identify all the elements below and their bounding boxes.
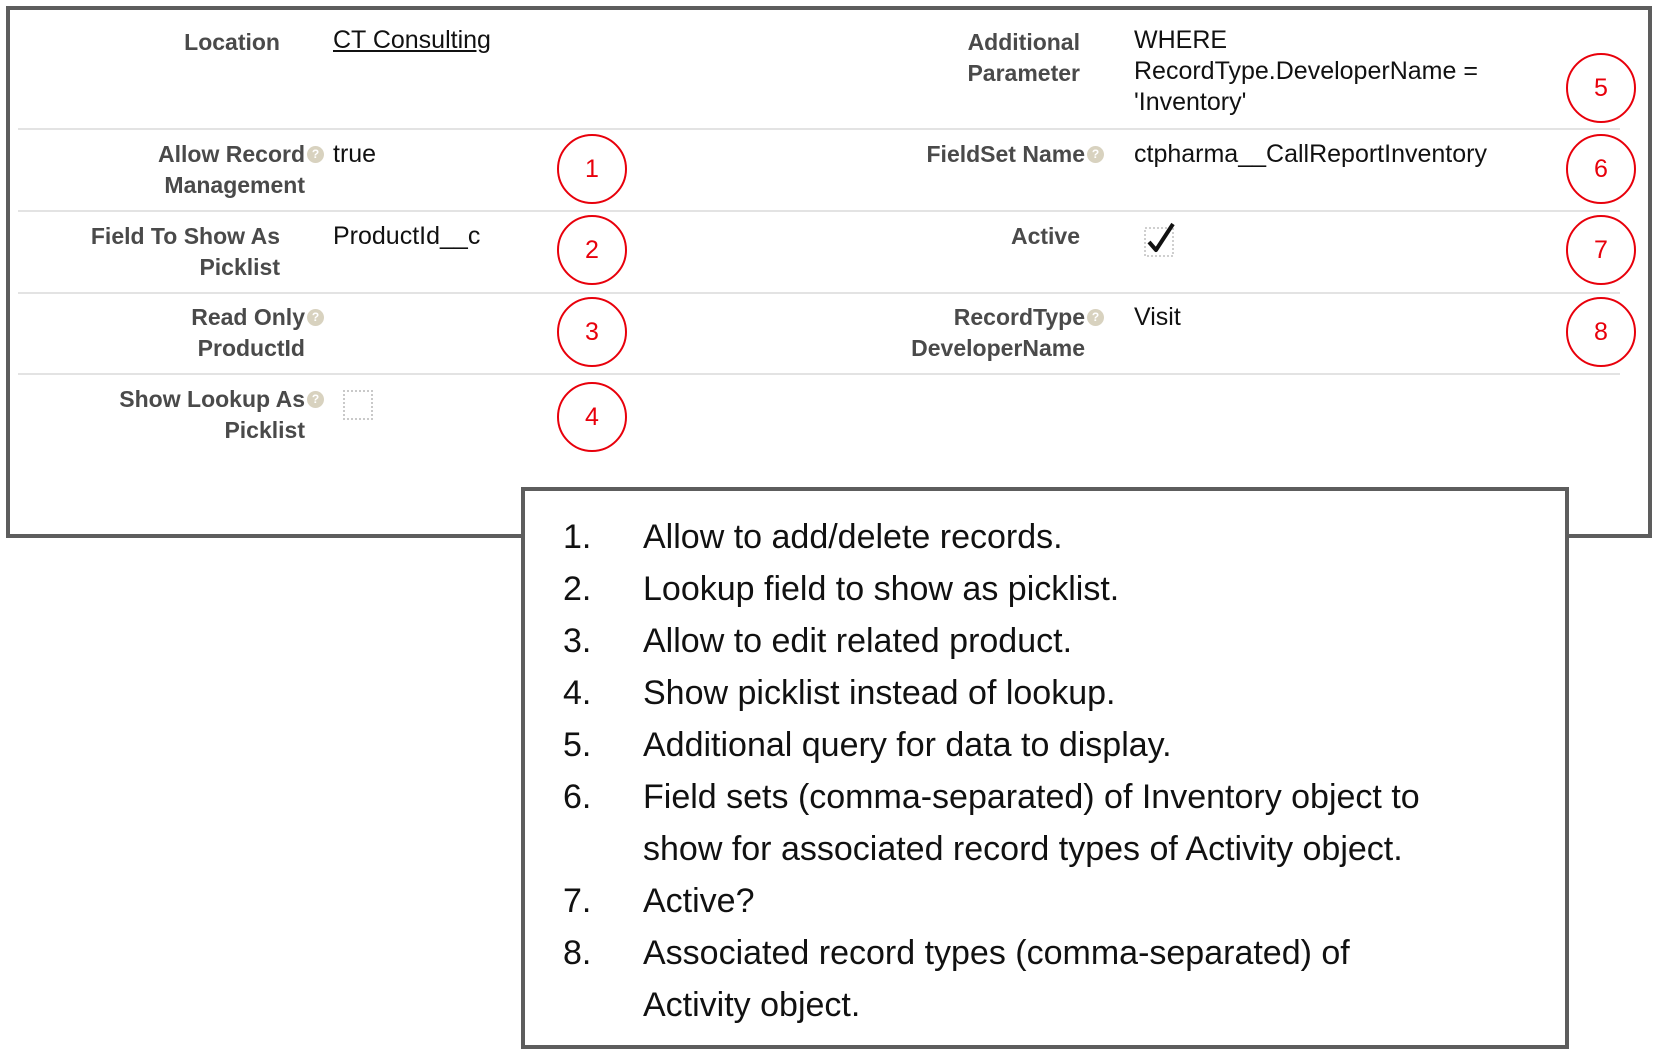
fieldset-name-value: ctpharma__CallReportInventory (1134, 140, 1487, 168)
note-text: Activity object. (643, 986, 861, 1024)
note-number: 8. (563, 934, 592, 972)
location-label: Location (184, 29, 280, 55)
note-text: Show picklist instead of lookup. (643, 674, 1116, 712)
help-icon[interactable]: ? (1087, 309, 1104, 326)
marker-3: 3 (557, 297, 627, 367)
recordtype-developername-value: Visit (1134, 303, 1181, 331)
marker-1: 1 (557, 134, 627, 204)
marker-8: 8 (1566, 297, 1636, 367)
label-line: Parameter (967, 60, 1080, 86)
field-to-show-as-picklist-value: ProductId__c (333, 222, 481, 250)
label-line: DeveloperName (911, 335, 1085, 361)
allow-record-management-value: true (333, 140, 377, 168)
help-icon[interactable]: ? (1087, 146, 1104, 163)
label-line: Allow Record (158, 141, 305, 167)
additional-parameter-value: WHERE RecordType.DeveloperName = 'Invent… (1134, 25, 1478, 118)
label-line: Show Lookup As (119, 386, 305, 412)
note-number: 2. (563, 570, 592, 608)
notes-legend: 1. Allow to add/delete records. 2. Looku… (521, 487, 1569, 1049)
value-line: WHERE (1134, 26, 1228, 54)
label-line: Picklist (224, 417, 305, 443)
label-line: Management (164, 172, 305, 198)
note-text: Associated record types (comma-separated… (643, 934, 1350, 972)
marker-5: 5 (1566, 53, 1636, 123)
label-line: Picklist (199, 254, 280, 280)
label-line: RecordType (953, 304, 1085, 330)
note-text: Field sets (comma-separated) of Inventor… (643, 778, 1420, 816)
note-number: 1. (563, 518, 592, 556)
active-checkbox-checked[interactable] (1143, 222, 1177, 258)
note-text: Lookup field to show as picklist. (643, 570, 1120, 608)
help-icon[interactable]: ? (307, 309, 324, 326)
row-divider (18, 292, 1620, 294)
note-number: 5. (563, 726, 592, 764)
value-line: 'Inventory' (1134, 88, 1247, 116)
help-icon[interactable]: ? (307, 146, 324, 163)
note-text: Active? (643, 882, 755, 920)
show-lookup-as-picklist-label: Show Lookup As Picklist ? (40, 384, 324, 446)
value-line: RecordType.DeveloperName = (1134, 57, 1478, 85)
note-number: 3. (563, 622, 592, 660)
note-text: Allow to edit related product. (643, 622, 1073, 660)
active-label: Active (1010, 223, 1080, 249)
location-link[interactable]: CT Consulting (333, 25, 491, 56)
marker-2: 2 (557, 215, 627, 285)
row-divider (18, 210, 1620, 212)
note-text: show for associated record types of Acti… (643, 830, 1403, 868)
allow-record-management-label: Allow Record Management ? (40, 139, 324, 201)
read-only-productid-label: Read Only ProductId ? (40, 302, 324, 364)
recordtype-developername-label: RecordType DeveloperName ? (820, 302, 1104, 364)
label-line: Field To Show As (90, 223, 280, 249)
row-divider (18, 128, 1620, 130)
additional-parameter-label: Additional Parameter (880, 27, 1080, 89)
marker-4: 4 (557, 382, 627, 452)
note-number: 4. (563, 674, 592, 712)
row-divider (18, 373, 1620, 375)
marker-6: 6 (1566, 134, 1636, 204)
help-icon[interactable]: ? (307, 391, 324, 408)
fieldset-name-label: FieldSet Name ? (820, 139, 1104, 170)
field-to-show-as-picklist-label: Field To Show As Picklist (40, 221, 280, 283)
note-text: Additional query for data to display. (643, 726, 1172, 764)
note-text: Allow to add/delete records. (643, 518, 1063, 556)
marker-7: 7 (1566, 215, 1636, 285)
label-line: Additional (967, 29, 1080, 55)
note-number: 6. (563, 778, 592, 816)
label-line: Read Only (191, 304, 305, 330)
label-line: ProductId (197, 335, 305, 361)
show-lookup-as-picklist-checkbox[interactable] (343, 390, 373, 420)
note-number: 7. (563, 882, 592, 920)
